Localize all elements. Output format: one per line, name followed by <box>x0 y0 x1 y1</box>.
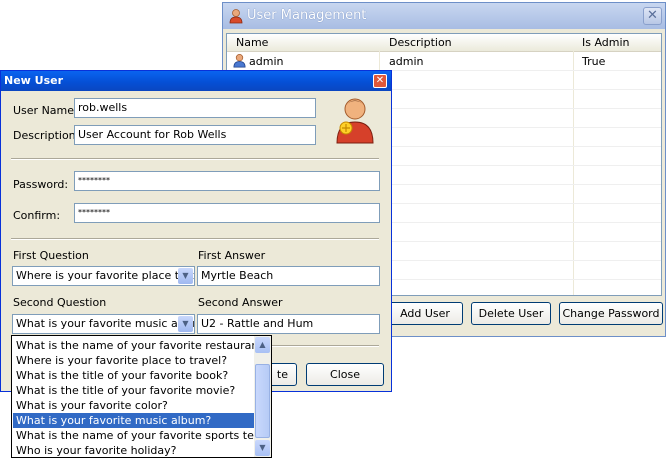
second-question-value: What is your favorite music album <box>16 317 195 330</box>
close-button[interactable]: Close <box>306 363 384 386</box>
close-icon[interactable]: ✕ <box>373 74 387 88</box>
add-user-button[interactable]: Add User <box>387 302 463 325</box>
list-item[interactable]: What is the title of your favorite book? <box>13 368 255 383</box>
confirm-label: Confirm: <box>13 209 61 222</box>
second-question-select[interactable]: What is your favorite music album ▼ <box>12 314 195 334</box>
users-list-header: Name Description Is Admin <box>227 34 661 52</box>
second-question-label: Second Question <box>13 296 107 309</box>
first-answer-input[interactable]: Myrtle Beach <box>197 266 380 286</box>
dropdown-scrollbar[interactable]: ▲ ▼ <box>254 336 271 457</box>
cell-description: admin <box>389 55 424 68</box>
first-question-value: Where is your favorite place to tra <box>16 269 195 282</box>
user-name-label: User Name: <box>13 104 78 117</box>
second-answer-label: Second Answer <box>198 296 283 309</box>
table-row[interactable]: admin admin True <box>227 52 661 71</box>
close-icon[interactable]: ✕ <box>643 7 662 25</box>
first-answer-label: First Answer <box>198 249 266 262</box>
scroll-down-icon[interactable]: ▼ <box>255 440 270 456</box>
list-item[interactable]: What is your favorite color? <box>13 398 255 413</box>
first-question-select[interactable]: Where is your favorite place to tra ▼ <box>12 266 195 286</box>
user-icon <box>229 9 243 24</box>
new-user-titlebar[interactable]: New User ✕ <box>1 71 391 91</box>
password-input[interactable]: ******** <box>74 171 380 191</box>
user-management-titlebar[interactable]: User Management ✕ <box>223 3 665 29</box>
separator <box>11 158 379 160</box>
list-item[interactable]: What is the title of your favorite movie… <box>13 383 255 398</box>
question-dropdown-list[interactable]: What is the name of your favorite restau… <box>11 335 272 458</box>
delete-user-button[interactable]: Delete User <box>471 302 551 325</box>
description-label: Description: <box>13 129 80 142</box>
scrollbar-thumb[interactable] <box>255 364 270 438</box>
list-item-selected[interactable]: What is your favorite music album? <box>13 413 255 428</box>
list-item[interactable]: Who is your favorite holiday? <box>13 443 255 457</box>
separator <box>11 238 379 240</box>
user-management-title: User Management <box>247 8 367 23</box>
description-input[interactable]: User Account for Rob Wells <box>74 125 316 145</box>
first-question-label: First Question <box>13 249 89 262</box>
column-header-description[interactable]: Description <box>389 36 452 49</box>
chevron-down-icon[interactable]: ▼ <box>178 316 193 332</box>
change-password-button[interactable]: Change Password <box>559 302 663 325</box>
user-name-input[interactable]: rob.wells <box>74 98 316 118</box>
confirm-input[interactable]: ******** <box>74 203 380 223</box>
list-item[interactable]: What is the name of your favorite restau… <box>13 338 268 353</box>
list-item[interactable]: What is the name of your favorite sports… <box>13 428 271 443</box>
new-user-title: New User <box>4 74 64 87</box>
cell-is-admin: True <box>582 55 606 68</box>
user-avatar-icon <box>336 98 374 144</box>
second-answer-input[interactable]: U2 - Rattle and Hum <box>197 314 380 334</box>
password-label: Password: <box>13 178 69 191</box>
column-header-name[interactable]: Name <box>236 36 268 49</box>
chevron-down-icon[interactable]: ▼ <box>178 268 193 284</box>
column-header-is-admin[interactable]: Is Admin <box>582 36 630 49</box>
scroll-up-icon[interactable]: ▲ <box>255 337 270 353</box>
cell-name: admin <box>249 55 284 68</box>
list-item[interactable]: Where is your favorite place to travel? <box>13 353 255 368</box>
user-icon <box>233 54 246 68</box>
